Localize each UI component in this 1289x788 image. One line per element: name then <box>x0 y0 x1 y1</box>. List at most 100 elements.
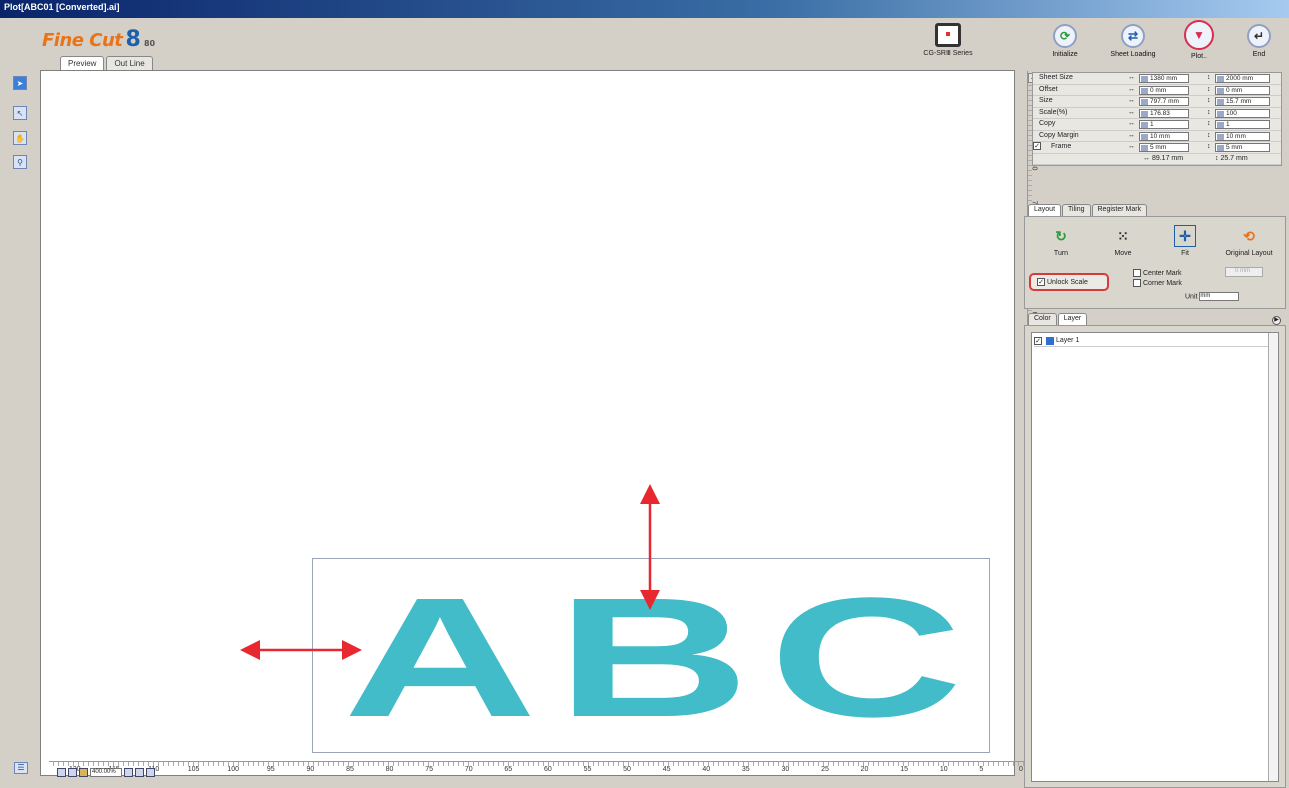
zoom-in-icon[interactable] <box>135 768 144 777</box>
total-height: ↕ 25.7 mm <box>1215 154 1248 162</box>
ruler-tick-label: 20 <box>860 766 869 773</box>
lock-icon[interactable] <box>79 768 88 777</box>
move-icon: ⁙ <box>1117 227 1129 244</box>
settings-row: Size ↔ 797.7 mm ↕ 15.7 mm <box>1033 96 1281 108</box>
end-label: End <box>1252 51 1266 58</box>
ruler-tick-label: 85 <box>346 766 354 773</box>
width-input[interactable]: 10 mm <box>1139 131 1189 141</box>
zoom-field[interactable]: 400.00% <box>90 768 122 777</box>
width-input[interactable]: 797.7 mm <box>1139 97 1189 106</box>
end-button[interactable]: ↵ End <box>1234 24 1284 58</box>
window-title-bar: Plot[ABC01 [Converted].ai] <box>0 0 1289 18</box>
checkbox-checked-icon: ✓ <box>1037 278 1045 286</box>
tab-color[interactable]: Color <box>1028 313 1057 325</box>
width-arrow-icon: ↔ <box>1128 108 1135 116</box>
checkbox-icon <box>1133 269 1141 278</box>
original-layout-label: Original Layout <box>1225 250 1273 257</box>
width-input[interactable]: 0 mm <box>1139 85 1189 95</box>
move-label: Move <box>1114 250 1132 257</box>
plotter-model[interactable]: CG-SRⅢ Series <box>918 23 978 57</box>
ruler-tick-label: 30 <box>781 766 790 773</box>
actual-size-icon[interactable] <box>68 768 77 777</box>
unit-dropdown[interactable]: mm <box>1199 292 1240 301</box>
list-view-icon[interactable]: ☰ <box>14 762 28 774</box>
unit-label: Unit <box>1185 293 1198 301</box>
initialize-button[interactable]: ⟳ Initialize <box>1040 24 1090 58</box>
settings-label: Sheet Size <box>1039 74 1073 81</box>
settings-grid: Sheet Size ↔ 1380 mm ↕ 2000 mm Offset ↔ 0 mm ↕ 0 … <box>1032 72 1282 166</box>
settings-label: Size <box>1039 97 1053 104</box>
settings-row: Copy ↔ 1 ↕ 1 <box>1033 119 1281 131</box>
mark-offset-field: 0 mm <box>1225 267 1263 277</box>
width-arrow-icon: ↔ <box>1128 143 1135 150</box>
layer-panel: ✓ Layer 1 <box>1024 325 1286 788</box>
zoom-icon[interactable]: ⚲ <box>13 155 27 169</box>
height-input[interactable]: 100 <box>1215 108 1270 118</box>
layer-color-swatch <box>1046 336 1054 345</box>
height-input[interactable]: 15.7 mm <box>1215 97 1270 106</box>
ruler-tick-label: 40 <box>702 766 711 773</box>
checkbox-icon <box>1133 279 1141 288</box>
app-logo: Fine Cut 8 80 <box>42 27 155 52</box>
tab-register-mark[interactable]: Register Mark <box>1091 204 1148 216</box>
app-window: Fine Cut 8 80 Preview Out Line ➤ ↖ ✋ ⚲ 9… <box>0 18 1289 788</box>
ruler-tick-label: 10 <box>939 766 948 773</box>
zoom-dropdown-icon[interactable] <box>124 768 133 777</box>
pointer-icon[interactable]: ➤ <box>13 76 27 90</box>
layer-row[interactable]: ✓ Layer 1 <box>1034 335 1270 347</box>
mark-options: Center Mark Corner Mark <box>1133 269 1182 289</box>
action-toolbar: ⟳ Initialize ⇄ Sheet Loading ▼ Plot.. ↵ … <box>1028 20 1286 68</box>
height-input[interactable]: 0 mm <box>1215 85 1270 95</box>
sheet-loading-button[interactable]: ⇄ Sheet Loading <box>1108 24 1158 58</box>
preview-canvas[interactable]: 908580757065605550454035302520151050 120… <box>40 70 1039 777</box>
fit-button[interactable]: ✛ Fit <box>1153 225 1217 257</box>
width-input[interactable]: 1 <box>1139 120 1189 129</box>
width-input[interactable]: 176.83 <box>1139 108 1189 118</box>
layer-scrollbar[interactable] <box>1268 333 1278 781</box>
node-select-icon[interactable]: ↖ <box>13 106 27 120</box>
tab-outline[interactable]: Out Line <box>106 56 153 70</box>
panel-expand-icon[interactable]: ▶ <box>1272 316 1281 325</box>
plot-button[interactable]: ▼ Plot.. <box>1174 20 1224 60</box>
width-input[interactable]: 1380 mm <box>1139 74 1189 83</box>
total-width: ↔ 89.17 mm <box>1143 154 1184 162</box>
height-arrow-icon: ↕ <box>1207 97 1211 104</box>
settings-label: Frame <box>1051 143 1072 150</box>
ruler-tick-label: 35 <box>741 766 750 773</box>
ruler-tick-label: 55 <box>583 766 592 773</box>
center-mark-label: Center Mark <box>1143 270 1182 277</box>
height-input[interactable]: 10 mm <box>1215 131 1270 141</box>
width-arrow-icon: ↔ <box>1128 131 1135 139</box>
zoom-out-icon[interactable] <box>146 768 155 777</box>
width-arrow-icon: ↔ <box>1128 85 1135 93</box>
fit-page-icon[interactable] <box>57 768 66 777</box>
tab-layer[interactable]: Layer <box>1057 313 1088 325</box>
tab-layout[interactable]: Layout <box>1028 204 1062 216</box>
artwork-bounding-box[interactable]: ABC <box>312 558 990 753</box>
unlock-scale-label: Unlock Scale <box>1047 278 1088 286</box>
width-input[interactable]: 5 mm <box>1139 143 1189 152</box>
tab-tiling[interactable]: Tiling <box>1062 204 1091 216</box>
unit-selector: Unit mm <box>1185 292 1240 301</box>
original-layout-button[interactable]: ⟲ Original Layout <box>1217 225 1281 258</box>
turn-button[interactable]: ↻ Turn <box>1029 225 1093 258</box>
hand-icon[interactable]: ✋ <box>13 131 27 145</box>
ruler-tick-label: 80 <box>385 766 394 773</box>
zoom-controls: 400.00% <box>57 768 155 777</box>
height-arrow-icon: ↕ <box>1207 120 1211 127</box>
tab-preview[interactable]: Preview <box>60 56 105 70</box>
move-button[interactable]: ⁙ Move <box>1091 225 1155 258</box>
unlock-scale-checkbox[interactable]: ✓ Unlock Scale <box>1029 273 1109 291</box>
center-mark-checkbox[interactable]: Center Mark <box>1133 269 1182 279</box>
height-input[interactable]: 1 <box>1215 120 1270 129</box>
turn-label: Turn <box>1053 250 1069 257</box>
corner-mark-checkbox[interactable]: Corner Mark <box>1133 279 1182 289</box>
settings-row: Scale(%) ↔ 176.83 ↕ 100 <box>1033 108 1281 119</box>
settings-row: Sheet Size ↔ 1380 mm ↕ 2000 mm <box>1033 73 1281 85</box>
height-input[interactable]: 5 mm <box>1215 143 1270 152</box>
plotter-name: CG-SRⅢ Series <box>923 50 973 57</box>
layer-visible-checkbox[interactable]: ✓ <box>1034 336 1042 345</box>
height-input[interactable]: 2000 mm <box>1215 74 1270 83</box>
settings-label: Scale(%) <box>1039 108 1068 116</box>
frame-checkbox[interactable]: ✓ <box>1033 142 1041 150</box>
